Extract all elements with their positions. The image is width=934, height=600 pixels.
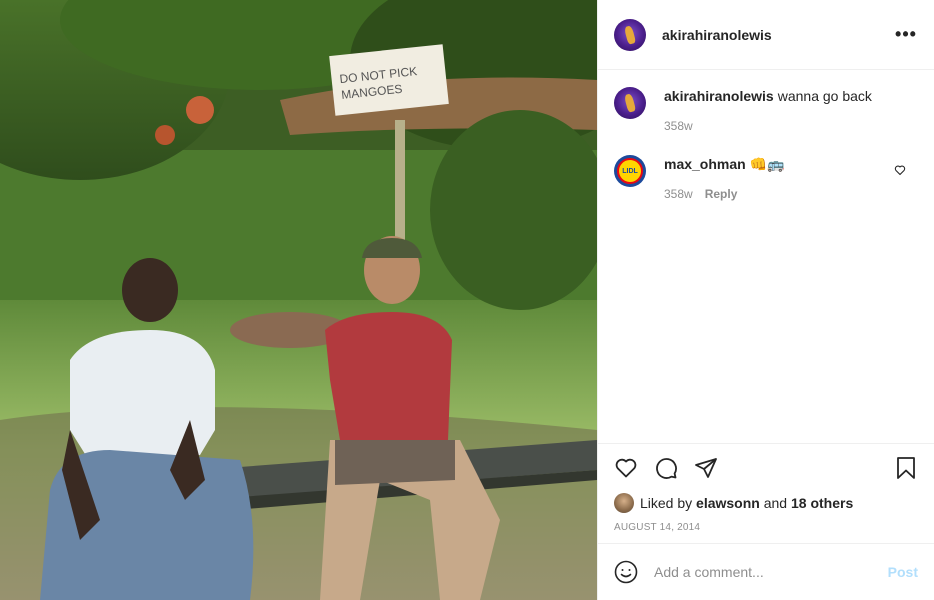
comment-input[interactable] bbox=[654, 564, 888, 580]
post-panel: akirahiranolewis ••• akirahiranolewis wan… bbox=[597, 0, 934, 600]
emoji-icon[interactable] bbox=[614, 560, 638, 584]
comment-age[interactable]: 358w bbox=[664, 119, 693, 133]
comments-list: akirahiranolewis wanna go back 358w LIDL … bbox=[598, 71, 934, 443]
more-options-icon[interactable]: ••• bbox=[894, 23, 918, 47]
post-photo: DO NOT PICK MANGOES bbox=[0, 0, 597, 600]
comment-caption: akirahiranolewis wanna go back 358w bbox=[614, 87, 918, 133]
post-button[interactable]: Post bbox=[888, 564, 918, 580]
comment-meta: 358w Reply bbox=[664, 187, 918, 201]
liked-by: Liked by elawsonn and 18 others bbox=[614, 492, 918, 514]
author-username[interactable]: akirahiranolewis bbox=[662, 27, 894, 43]
bookmark-icon[interactable] bbox=[894, 456, 918, 480]
lidl-logo: LIDL bbox=[617, 158, 643, 184]
comment-username[interactable]: max_ohman bbox=[664, 156, 746, 172]
comment-message: wanna go back bbox=[777, 88, 872, 104]
reply-button[interactable]: Reply bbox=[705, 187, 738, 201]
post-date[interactable]: AUGUST 14, 2014 bbox=[614, 522, 918, 533]
comment-text: akirahiranolewis wanna go back bbox=[664, 87, 918, 105]
comment-icon[interactable] bbox=[654, 456, 678, 480]
comment-item: LIDL max_ohman 👊🚌 358w Reply bbox=[614, 155, 918, 201]
comment-message: 👊🚌 bbox=[749, 156, 785, 172]
liker-username[interactable]: elawsonn bbox=[696, 495, 760, 511]
author-avatar[interactable] bbox=[614, 18, 646, 51]
post-header: akirahiranolewis ••• bbox=[598, 0, 934, 70]
action-bar bbox=[614, 444, 918, 492]
liker-avatar[interactable] bbox=[614, 493, 634, 513]
comment-body: akirahiranolewis wanna go back 358w bbox=[664, 87, 918, 133]
post-photo-image: DO NOT PICK MANGOES bbox=[0, 0, 597, 600]
comment-like-heart-icon[interactable] bbox=[894, 163, 906, 181]
comment-username[interactable]: akirahiranolewis bbox=[664, 88, 774, 104]
actions-area: Liked by elawsonn and 18 others AUGUST 1… bbox=[598, 443, 934, 533]
sign: DO NOT PICK MANGOES bbox=[329, 44, 449, 116]
comment-avatar[interactable] bbox=[614, 87, 646, 119]
comment-avatar[interactable]: LIDL bbox=[614, 155, 646, 187]
share-icon[interactable] bbox=[694, 456, 718, 480]
comment-text: max_ohman 👊🚌 bbox=[664, 155, 918, 173]
heart-icon[interactable] bbox=[614, 456, 638, 480]
comment-age[interactable]: 358w bbox=[664, 187, 693, 201]
comment-meta: 358w bbox=[664, 119, 918, 133]
add-comment-bar: Post bbox=[598, 543, 934, 600]
comment-body: max_ohman 👊🚌 358w Reply bbox=[664, 155, 918, 201]
liked-by-others[interactable]: 18 others bbox=[791, 495, 853, 511]
liked-by-prefix: Liked by bbox=[640, 495, 693, 511]
liked-by-and: and bbox=[763, 495, 788, 511]
